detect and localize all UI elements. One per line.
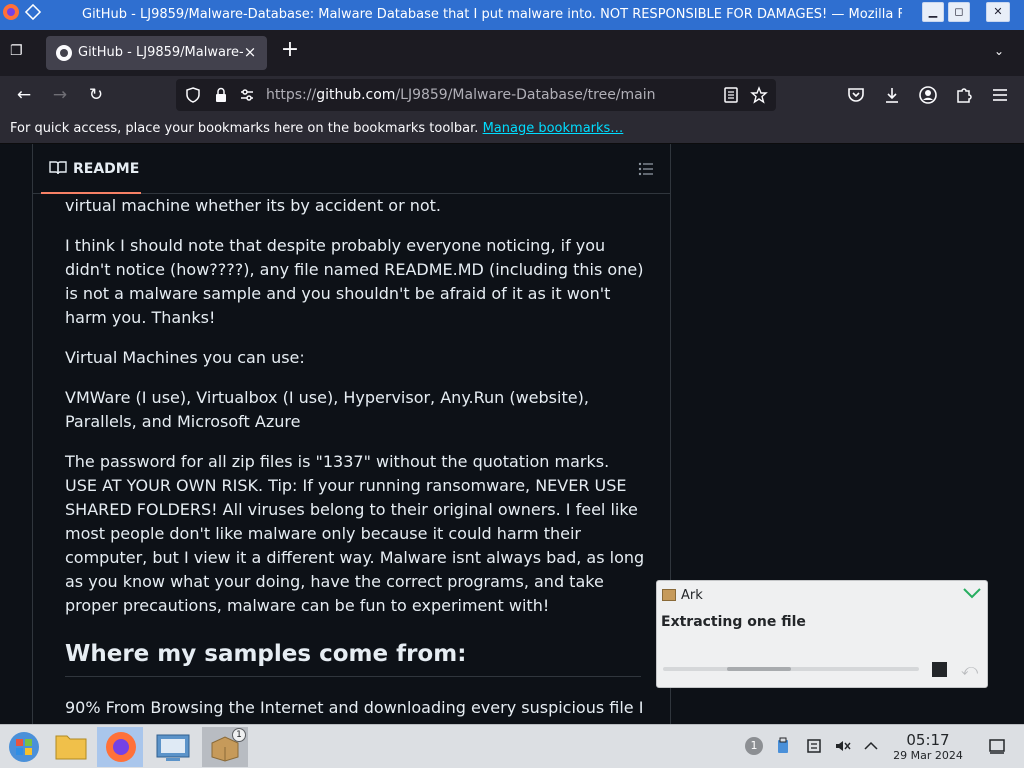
tab-strip: ❐ GitHub - LJ9859/Malware-Database × + ⌄ — [0, 30, 1024, 76]
minimize-button[interactable]: ▁ — [922, 2, 944, 22]
shield-icon[interactable] — [184, 86, 202, 104]
url-host: github.com — [316, 87, 396, 103]
readme-tab[interactable]: README — [73, 161, 139, 177]
github-icon — [56, 45, 72, 61]
notification-app-name: Ark — [681, 588, 703, 603]
ark-taskbar-item[interactable]: 1 — [202, 727, 248, 767]
firefox-taskbar-icon[interactable] — [97, 727, 143, 767]
progress-bar — [663, 667, 919, 671]
clock-date[interactable]: 29 Mar 2024 — [890, 749, 966, 762]
task-badge: 1 — [232, 728, 246, 742]
stop-button[interactable] — [932, 662, 947, 677]
collapse-chevron-icon[interactable] — [961, 584, 983, 602]
tab-github[interactable]: GitHub - LJ9859/Malware-Database × — [46, 36, 267, 70]
firefox-icon — [3, 4, 19, 20]
volume-muted-icon[interactable] — [834, 737, 852, 755]
readme-paragraph: I think I should note that despite proba… — [65, 236, 644, 327]
hamburger-menu-icon[interactable] — [990, 85, 1010, 105]
notification-count-badge[interactable]: 1 — [745, 737, 763, 755]
notification-headline: Extracting one file — [661, 614, 806, 630]
manage-bookmarks-link[interactable]: Manage bookmarks… — [483, 121, 624, 136]
section-heading: Where my samples come from: — [65, 642, 641, 677]
show-desktop-icon[interactable] — [988, 737, 1006, 755]
clock-time[interactable]: 05:17 — [894, 731, 962, 749]
tab-label: GitHub - LJ9859/Malware-Database — [78, 45, 243, 60]
window-menu-icon[interactable] — [24, 3, 42, 21]
ark-icon — [662, 589, 676, 601]
forward-button[interactable]: → — [50, 85, 70, 105]
url-bar[interactable]: https://github.com/LJ9859/Malware-Databa… — [176, 79, 776, 111]
extensions-icon[interactable] — [954, 85, 974, 105]
window-title: GitHub - LJ9859/Malware-Database: Malwar… — [82, 7, 902, 22]
readme-panel: README virtual machine whether its by ac… — [32, 144, 671, 724]
url-scheme: https:// — [266, 87, 317, 103]
chevron-up-icon[interactable] — [862, 737, 880, 755]
storage-icon[interactable] — [805, 737, 823, 755]
resume-icon[interactable]: ⤺ — [961, 660, 979, 679]
close-tab-button[interactable]: × — [241, 43, 259, 61]
readme-paragraph: Virtual Machines you can use: — [65, 348, 305, 367]
readme-paragraph: virtual machine whether its by accident … — [65, 196, 442, 215]
bookmarks-hint: For quick access, place your bookmarks h… — [10, 121, 623, 136]
progress-fill — [727, 667, 791, 671]
file-manager-icon[interactable] — [48, 727, 94, 767]
table-of-contents-icon[interactable] — [638, 161, 654, 177]
permissions-icon[interactable] — [238, 86, 256, 104]
account-icon[interactable] — [918, 85, 938, 105]
bookmarks-toolbar: For quick access, place your bookmarks h… — [0, 114, 1024, 144]
url-path: /LJ9859/Malware-Database/tree/main — [395, 87, 656, 103]
clipboard-icon[interactable] — [774, 737, 792, 755]
navigation-toolbar: ← → ↻ https://github.com/LJ9859/Malware-… — [0, 76, 1024, 114]
taskbar: 1 1 05:17 29 Mar 2024 — [0, 724, 1024, 768]
readme-paragraph: VMWare (I use), Virtualbox (I use), Hype… — [65, 388, 589, 431]
list-all-tabs-icon[interactable]: ❐ — [10, 43, 30, 61]
back-button[interactable]: ← — [14, 85, 34, 105]
window-titlebar[interactable]: GitHub - LJ9859/Malware-Database: Malwar… — [0, 0, 1024, 30]
lock-icon[interactable] — [212, 86, 230, 104]
url-text[interactable]: https://github.com/LJ9859/Malware-Databa… — [266, 87, 656, 103]
system-settings-icon[interactable] — [150, 727, 196, 767]
chevron-down-icon[interactable]: ⌄ — [994, 44, 1012, 60]
reader-view-icon[interactable] — [722, 86, 740, 104]
reload-button[interactable]: ↻ — [86, 85, 106, 105]
readme-paragraph: The password for all zip files is "1337"… — [65, 452, 645, 615]
start-menu-icon[interactable] — [2, 727, 48, 767]
maximize-button[interactable]: ◻ — [948, 2, 970, 22]
new-tab-button[interactable]: + — [279, 39, 301, 62]
readme-paragraph: 90% From Browsing the Internet and downl… — [65, 698, 644, 717]
downloads-icon[interactable] — [882, 85, 902, 105]
bookmarks-hint-text: For quick access, place your bookmarks h… — [10, 121, 479, 136]
extraction-notification[interactable]: Ark Extracting one file ⤺ — [656, 580, 988, 688]
pocket-icon[interactable] — [846, 85, 866, 105]
close-window-button[interactable]: ✕ — [986, 2, 1010, 22]
bookmark-star-icon[interactable] — [750, 86, 768, 104]
readme-header: README — [33, 144, 670, 194]
book-icon — [49, 161, 67, 175]
